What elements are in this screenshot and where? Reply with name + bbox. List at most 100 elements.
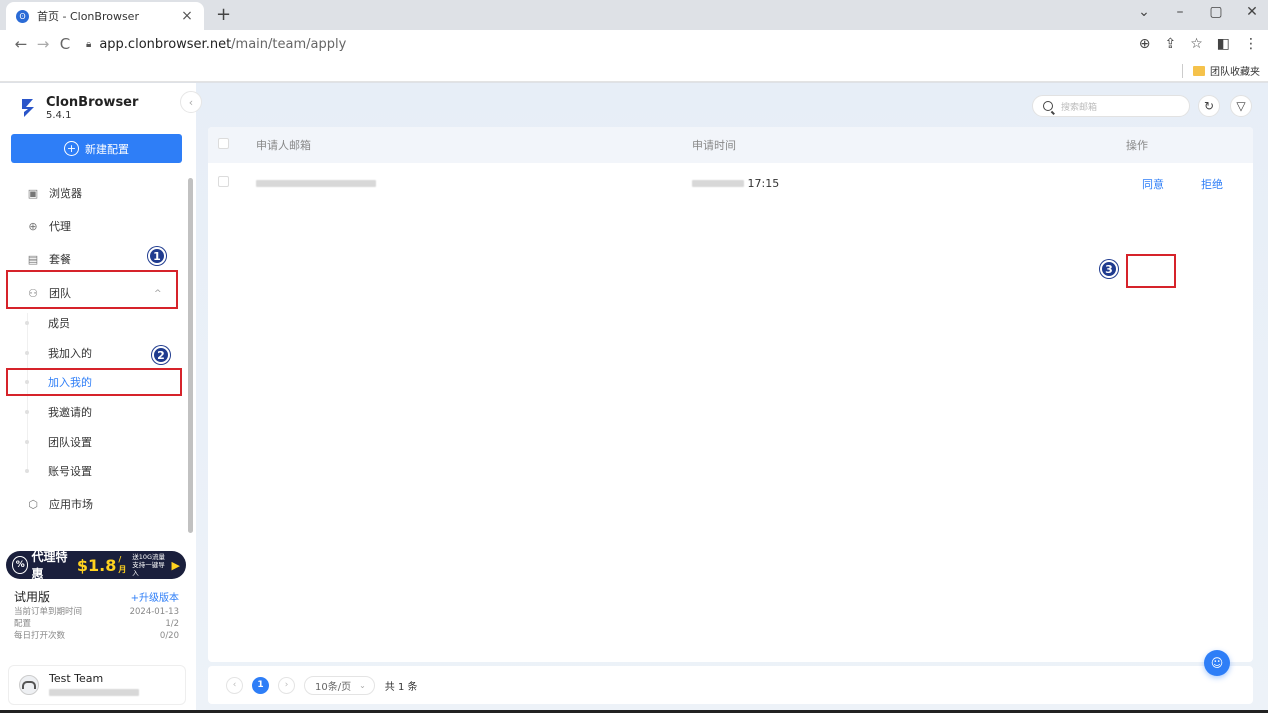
collapse-sidebar-icon[interactable]: ‹ [180,91,202,113]
plan-row-daily-opens: 每日打开次数 0/20 [14,630,179,642]
search-placeholder: 搜索邮箱 [1061,102,1098,113]
new-config-button[interactable]: + 新建配置 [11,134,182,163]
row-time: 17:15 [692,177,1126,190]
url-field[interactable]: 🔒︎ app.clonbrowser.net/main/team/apply [86,37,1139,52]
promo-unit: /月 [118,555,127,574]
redacted-email [256,179,376,187]
select-all-checkbox[interactable] [218,138,229,149]
address-bar: ← → C 🔒︎ app.clonbrowser.net/main/team/a… [0,30,1268,58]
side-panel-icon[interactable]: ◧ [1217,36,1230,52]
annotation-badge-1: 1 [148,247,166,265]
page-size-value: 10条/页 [315,681,352,693]
filter-button[interactable]: ▽ [1230,95,1252,117]
header-op: 操作 [1126,139,1148,152]
annotation-badge-3: 3 [1100,260,1118,278]
submenu-invited[interactable]: 我邀请的 [48,403,92,421]
restore-icon[interactable]: ▢ [1208,4,1224,20]
plan-row-label: 配置 [14,619,32,629]
refresh-icon: ↻ [1203,99,1215,113]
team-name: Test Team [49,671,104,685]
header-time: 申请时间 [692,139,736,152]
submenu-dot [25,440,29,444]
minimize-icon[interactable]: – [1172,4,1188,20]
row-time-value: 17:15 [747,176,780,190]
tab-strip: ʘ 首页 - ClonBrowser × + ⌄ – ▢ ✕ [0,0,1268,30]
wallet-icon: ▤ [27,252,39,266]
promo-prefix: 代理特惠 [31,550,68,581]
annotation-badge-2: 2 [152,346,170,364]
reject-button[interactable]: 拒绝 [1201,176,1223,192]
plan-info: 试用版 +升级版本 当前订单到期时间 2024-01-13 配置 1/2 每日打… [14,588,179,642]
sidebar-item-package[interactable]: ▤ 套餐 [26,249,71,269]
sidebar-item-label: 代理 [49,220,71,233]
close-tab-icon[interactable]: × [180,8,194,24]
submenu-dot [25,321,29,325]
refresh-button[interactable]: ↻ [1198,95,1220,117]
sidebar-item-proxy[interactable]: ⊕ 代理 [26,216,71,236]
star-icon[interactable]: ☆ [1190,36,1203,52]
new-tab-icon[interactable]: + [216,4,231,25]
submenu-joined[interactable]: 我加入的 [48,344,92,362]
tab-title: 首页 - ClonBrowser [37,10,139,23]
next-page-icon[interactable]: › [278,676,295,694]
plan-row-value: 2024-01-13 [129,607,179,617]
address-tools: ⊕ ⇪ ☆ ◧ ⋮ [1139,36,1258,52]
apply-table: 申请人邮箱 申请时间 操作 17:15 同意 拒绝 3 [208,127,1253,662]
brand-name: ClonBrowser [46,95,139,110]
support-chat-button[interactable]: ☺ [1204,650,1230,676]
folder-icon [1193,65,1205,76]
annotation-box-join-requests [6,368,182,396]
zoom-icon[interactable]: ⊕ [1139,36,1151,52]
menu-icon[interactable]: ⋮ [1244,36,1258,52]
table-row: 17:15 同意 拒绝 [208,163,1253,203]
reload-icon[interactable]: C [54,35,76,53]
brand: ClonBrowser 5.4.1 [20,95,138,122]
sidebar-item-label: 应用市场 [49,498,93,511]
search-icon [1043,101,1053,111]
close-window-icon[interactable]: ✕ [1244,4,1260,20]
plan-row-config: 配置 1/2 [14,618,179,630]
chevron-down-icon: ⌄ [359,680,366,690]
url-host: app.clonbrowser.net [99,36,232,52]
sidebar-scrollbar[interactable] [188,178,193,533]
prev-page-icon[interactable]: ‹ [226,676,243,694]
promo-detail: 送10G流量 支持一键导入 [132,553,167,577]
forward-icon[interactable]: → [32,35,54,53]
accept-button[interactable]: 同意 [1142,176,1164,192]
header-email: 申请人邮箱 [256,139,311,152]
table-header: 申请人邮箱 申请时间 操作 [208,127,1253,163]
bookmark-folder[interactable]: 团队收藏夹 [1182,63,1260,78]
plan-row-label: 当前订单到期时间 [14,607,83,617]
tab-search-chevron-icon[interactable]: ⌄ [1136,4,1152,20]
submenu-account-settings[interactable]: 账号设置 [48,462,92,480]
row-checkbox[interactable] [218,176,229,187]
total-count: 共 1 条 [384,681,418,693]
page-number[interactable]: 1 [252,676,269,694]
back-icon[interactable]: ← [10,35,32,53]
team-switcher[interactable]: Test Team [8,665,186,705]
redacted-account [49,688,139,696]
submenu-members[interactable]: 成员 [48,314,70,332]
share-icon[interactable]: ⇪ [1164,36,1176,52]
redacted-date [692,180,744,187]
promo-line-2: 支持一键导入 [132,561,165,577]
row-email [256,177,692,190]
upgrade-link[interactable]: +升级版本 [131,589,179,604]
browser-tab[interactable]: ʘ 首页 - ClonBrowser × [6,2,204,30]
sidebar-item-browser[interactable]: ▣ 浏览器 [26,183,82,203]
page-size-select[interactable]: 10条/页 ⌄ [304,675,375,695]
proxy-promo-banner[interactable]: % 代理特惠 $1.8 /月 送10G流量 支持一键导入 ▶ [6,550,186,581]
bookmarks-bar: 团队收藏夹 [0,58,1268,82]
discount-icon: % [12,556,29,574]
submenu-dot [25,410,29,414]
search-input[interactable]: 搜索邮箱 [1032,95,1190,117]
plan-row-value: 0/20 [159,631,179,641]
cube-icon: ⬡ [28,497,38,511]
submenu-team-settings[interactable]: 团队设置 [48,433,92,451]
globe-icon: ⊕ [28,219,38,233]
sidebar-item-app-market[interactable]: ⬡ 应用市场 [26,494,93,514]
promo-line-1: 送10G流量 [132,553,166,561]
submenu-dot [25,469,29,473]
app: ClonBrowser 5.4.1 ‹ + 新建配置 ▣ 浏览器 ⊕ 代理 ▤ … [0,83,1268,713]
play-arrow-icon: ▶ [171,558,180,572]
